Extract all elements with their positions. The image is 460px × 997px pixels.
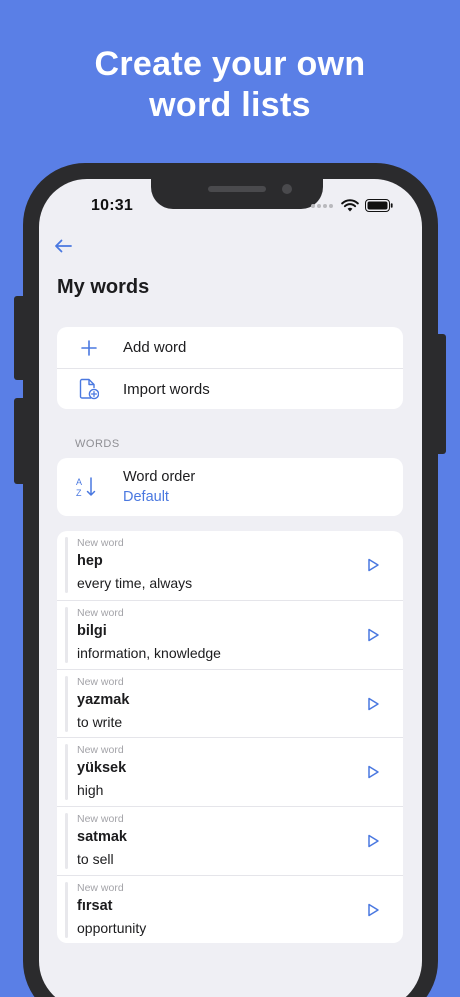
play-icon[interactable] <box>365 627 381 643</box>
word-term: fırsat <box>77 897 113 914</box>
play-icon[interactable] <box>365 764 381 780</box>
word-status: New word <box>77 744 124 757</box>
front-camera <box>282 184 292 194</box>
play-icon[interactable] <box>365 696 381 712</box>
headline-line-2: word lists <box>149 86 311 124</box>
word-translation: information, knowledge <box>77 644 221 661</box>
word-list: New word hep every time, always New word… <box>57 531 403 943</box>
list-item[interactable]: New word satmak to sell <box>57 806 403 875</box>
word-translation: opportunity <box>77 919 147 936</box>
status-icons <box>311 199 393 212</box>
word-status: New word <box>77 537 124 549</box>
word-term: satmak <box>77 829 127 846</box>
word-status: New word <box>77 813 124 826</box>
svg-text:Z: Z <box>76 488 82 498</box>
page-title: My words <box>57 276 150 298</box>
list-item[interactable]: New word bilgi information, knowledge <box>57 599 403 669</box>
phone-screen: 10:31 My words Add word Import words WOR… <box>39 179 422 997</box>
word-term: yüksek <box>77 760 127 777</box>
progress-bar <box>65 813 68 870</box>
word-status: New word <box>77 675 124 688</box>
word-term: yazmak <box>77 691 130 708</box>
section-header-words: WORDS <box>75 438 120 450</box>
word-term: bilgi <box>77 622 107 639</box>
plus-icon <box>75 336 103 360</box>
back-button[interactable] <box>51 234 75 258</box>
list-item[interactable]: New word yüksek high <box>57 737 403 806</box>
play-icon[interactable] <box>365 833 381 849</box>
headline-line-1: Create your own <box>94 45 366 83</box>
progress-bar <box>65 606 68 663</box>
word-translation: to sell <box>77 851 114 868</box>
sort-icon: A Z <box>76 477 96 498</box>
play-icon[interactable] <box>365 557 381 573</box>
phone-frame: 10:31 My words Add word Import words WOR… <box>23 163 438 997</box>
arrow-left-icon <box>55 239 72 253</box>
phone-notch <box>151 179 323 209</box>
status-time: 10:31 <box>91 197 133 214</box>
word-translation: high <box>77 782 104 799</box>
add-word-label: Add word <box>123 339 187 356</box>
import-words-button[interactable]: Import words <box>57 368 403 409</box>
progress-bar <box>65 744 68 801</box>
progress-bar <box>65 537 68 593</box>
import-file-icon <box>75 377 103 401</box>
word-order-title: Word order <box>123 469 196 485</box>
word-term: hep <box>77 553 103 569</box>
add-word-button[interactable]: Add word <box>57 327 403 368</box>
word-translation: to write <box>77 713 123 730</box>
cellular-signal-icon <box>311 203 333 208</box>
word-status: New word <box>77 606 124 619</box>
word-order-value: Default <box>123 489 169 505</box>
wifi-icon <box>341 199 359 212</box>
promo-headline: Create your own word lists <box>0 44 460 126</box>
actions-card: Add word Import words <box>57 327 403 409</box>
import-words-label: Import words <box>123 380 210 398</box>
word-translation: every time, always <box>77 575 193 591</box>
svg-text:A: A <box>76 477 82 487</box>
progress-bar <box>65 675 68 732</box>
battery-icon <box>365 199 393 212</box>
list-item[interactable]: New word yazmak to write <box>57 668 403 738</box>
speaker-grille <box>208 186 266 192</box>
list-item[interactable]: New word fırsat opportunity <box>57 874 403 943</box>
word-status: New word <box>77 881 124 894</box>
progress-bar <box>65 881 68 938</box>
word-order-button[interactable]: A Z Word order Default <box>57 458 403 516</box>
play-icon[interactable] <box>365 902 381 918</box>
list-item[interactable]: New word hep every time, always <box>57 531 403 600</box>
